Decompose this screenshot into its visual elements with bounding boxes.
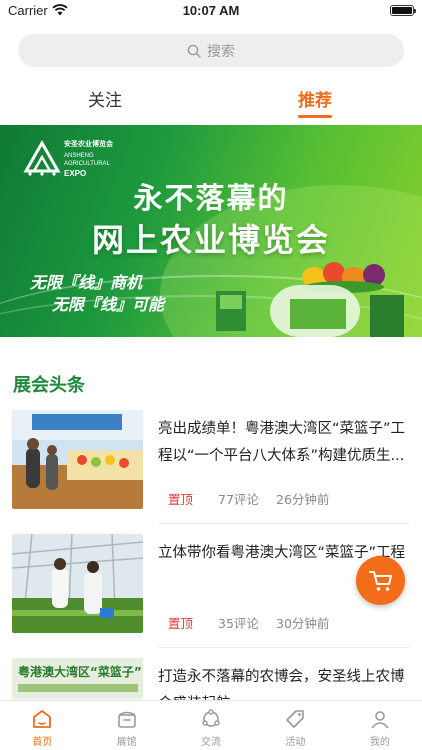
search-placeholder: 搜索 (207, 43, 235, 60)
promo-banner[interactable]: 安圣农业博览会 ANSHENG AGRICULTURAL EXPO 永不落幕的 … (0, 125, 422, 337)
tab-pavilion[interactable]: 展馆 (84, 701, 168, 750)
search-icon (187, 44, 201, 58)
pavilion-illustration (216, 285, 404, 337)
tab-activity[interactable]: 活动 (253, 701, 337, 750)
banner-slogan-2: 无限『线』可能 (52, 295, 165, 314)
tab-home[interactable]: 首页 (0, 701, 84, 750)
tab-recommend[interactable]: 推荐 (298, 86, 332, 111)
publish-time: 26分钟前 (276, 492, 330, 507)
feed-tabs: 关注 推荐 (0, 86, 422, 120)
home-icon (33, 710, 52, 728)
search-input[interactable]: 搜索 (18, 34, 404, 67)
pavilion-icon (117, 711, 136, 728)
tab-pavilion-label: 展馆 (116, 737, 137, 748)
community-icon (202, 709, 220, 727)
news-item[interactable]: 立体带你看粤港澳大湾区“菜篮子”工程 置顶 35评论 30分钟前 (0, 534, 422, 659)
news-item[interactable]: 亮出成绩单！粤港澳大湾区“菜篮子”工程以“一个平台八大体系”构建优质生... 置… (0, 410, 422, 535)
thumbnail-caption: 粤港澳大湾区“菜篮子” (18, 664, 142, 679)
pinned-badge: 置顶 (168, 492, 194, 507)
logo-cn: 安圣农业博览会 (64, 141, 113, 148)
tag-icon (286, 710, 305, 728)
news-thumbnail (12, 410, 143, 509)
expo-logo-text: 安圣农业博览会 ANSHENG AGRICULTURAL EXPO (64, 141, 113, 178)
news-thumbnail (12, 534, 143, 633)
divider (158, 523, 410, 524)
logo-en1: ANSHENG (64, 153, 94, 159)
comment-count: 35评论 (218, 616, 259, 631)
tab-profile[interactable]: 我的 (338, 701, 422, 750)
tab-community-label: 交流 (201, 737, 222, 748)
news-meta: 置顶 35评论 30分钟前 (168, 613, 329, 632)
cart-button[interactable] (356, 556, 405, 605)
comment-count: 77评论 (218, 492, 259, 507)
news-meta: 置顶 77评论 26分钟前 (168, 489, 329, 508)
bottom-tab-bar: 首页 展馆 交流 活动 我的 (0, 700, 422, 750)
section-title: 展会头条 (13, 375, 85, 396)
clock: 10:07 AM (182, 3, 240, 18)
tab-follow[interactable]: 关注 (88, 86, 122, 111)
profile-icon (371, 711, 389, 729)
tab-community[interactable]: 交流 (169, 701, 253, 750)
tab-home-label: 首页 (32, 737, 53, 748)
banner-headline-1: 永不落幕的 (133, 181, 289, 215)
logo-en2: AGRICULTURAL (64, 161, 110, 167)
cart-icon (368, 570, 392, 591)
banner-slogan-1: 无限『线』商机 (30, 273, 143, 292)
tab-profile-label: 我的 (369, 737, 390, 748)
divider (158, 647, 410, 648)
battery-icon (390, 5, 416, 16)
active-tab-indicator (298, 115, 332, 118)
status-bar: Carrier 10:07 AM (0, 0, 422, 22)
news-title: 亮出成绩单！粤港澳大湾区“菜篮子”工程以“一个平台八大体系”构建优质生... (158, 421, 406, 464)
publish-time: 30分钟前 (276, 616, 330, 631)
pinned-badge: 置顶 (168, 616, 194, 631)
expo-logo (23, 139, 61, 176)
tab-activity-label: 活动 (285, 737, 306, 748)
